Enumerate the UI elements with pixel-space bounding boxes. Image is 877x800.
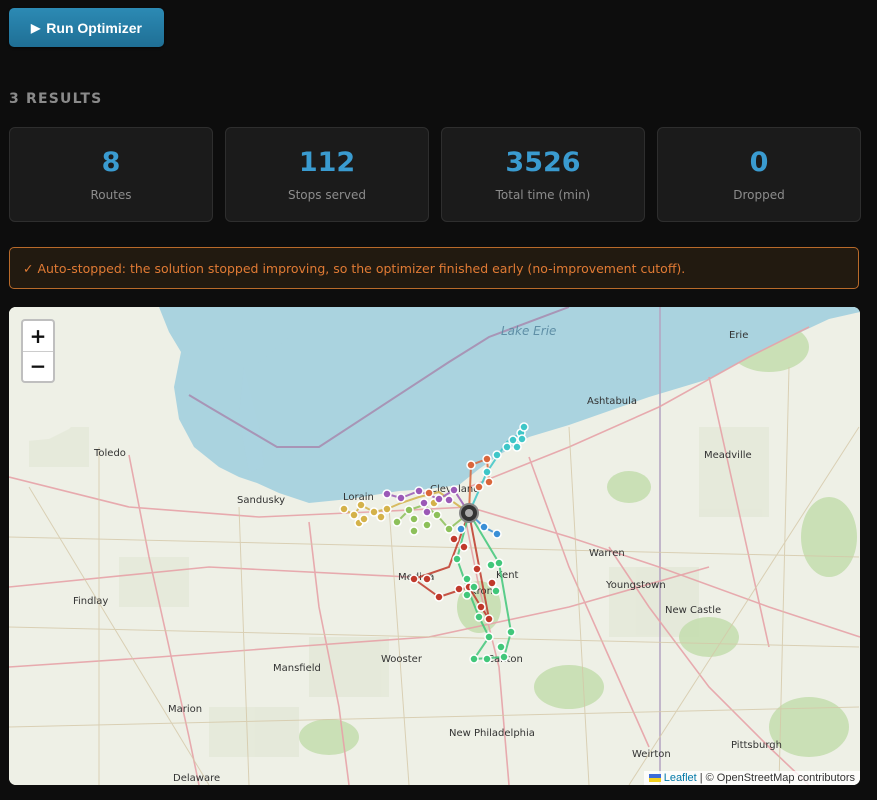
city-label-ashtabula: Ashtabula bbox=[587, 396, 637, 407]
city-label-new-philadelphia: New Philadelphia bbox=[449, 728, 535, 739]
city-label-marion: Marion bbox=[168, 704, 202, 715]
stat-value: 8 bbox=[101, 147, 121, 178]
stat-value: 0 bbox=[749, 147, 769, 178]
city-label-pittsburgh: Pittsburgh bbox=[731, 740, 782, 751]
stat-card-total-time: 3526 Total time (min) bbox=[441, 127, 645, 222]
city-label-new-castle: New Castle bbox=[665, 605, 721, 616]
map-attribution: Leaflet | © OpenStreetMap contributors bbox=[643, 771, 860, 785]
stat-card-dropped: 0 Dropped bbox=[657, 127, 861, 222]
city-label-sandusky: Sandusky bbox=[237, 495, 285, 506]
city-label-delaware: Delaware bbox=[173, 773, 220, 784]
city-label-erie: Erie bbox=[729, 330, 748, 341]
city-label-wooster: Wooster bbox=[381, 654, 423, 665]
depot-marker[interactable] bbox=[459, 503, 479, 523]
zoom-in-button[interactable]: + bbox=[23, 321, 53, 352]
city-label-toledo: Toledo bbox=[93, 448, 126, 459]
attribution-text: | © OpenStreetMap contributors bbox=[699, 772, 855, 784]
city-label-findlay: Findlay bbox=[73, 596, 108, 607]
stat-label: Routes bbox=[90, 188, 132, 202]
auto-stop-notice: ✓ Auto-stopped: the solution stopped imp… bbox=[9, 247, 859, 289]
city-label-kent: Kent bbox=[496, 570, 519, 581]
results-heading: 3 RESULTS bbox=[9, 91, 103, 107]
city-label-weirton: Weirton bbox=[632, 749, 671, 760]
city-label-mansfield: Mansfield bbox=[273, 663, 321, 674]
ukraine-flag-icon bbox=[648, 774, 661, 782]
run-optimizer-button[interactable]: ▶ Run Optimizer bbox=[9, 8, 164, 47]
run-optimizer-label: Run Optimizer bbox=[46, 19, 142, 36]
play-icon: ▶ bbox=[31, 20, 41, 35]
stat-card-stops: 112 Stops served bbox=[225, 127, 429, 222]
map-tiles[interactable]: Lake Erie Toledo Sandusky Lorain Clevela… bbox=[9, 307, 860, 785]
city-label-warren: Warren bbox=[589, 548, 625, 559]
route-map[interactable]: Lake Erie Toledo Sandusky Lorain Clevela… bbox=[9, 307, 860, 785]
stat-value: 112 bbox=[298, 147, 356, 178]
city-label-youngstown: Youngstown bbox=[605, 580, 666, 591]
stat-card-routes: 8 Routes bbox=[9, 127, 213, 222]
stats-row: 8 Routes 112 Stops served 3526 Total tim… bbox=[9, 127, 861, 222]
stat-label: Total time (min) bbox=[495, 188, 591, 202]
stat-value: 3526 bbox=[505, 147, 581, 178]
lake-erie-label: Lake Erie bbox=[501, 324, 556, 338]
stat-label: Stops served bbox=[287, 188, 367, 202]
leaflet-link[interactable]: Leaflet bbox=[664, 772, 697, 784]
zoom-out-button[interactable]: − bbox=[23, 352, 53, 382]
stat-label: Dropped bbox=[733, 188, 785, 202]
city-label-meadville: Meadville bbox=[704, 450, 752, 461]
zoom-control: + − bbox=[21, 319, 55, 383]
